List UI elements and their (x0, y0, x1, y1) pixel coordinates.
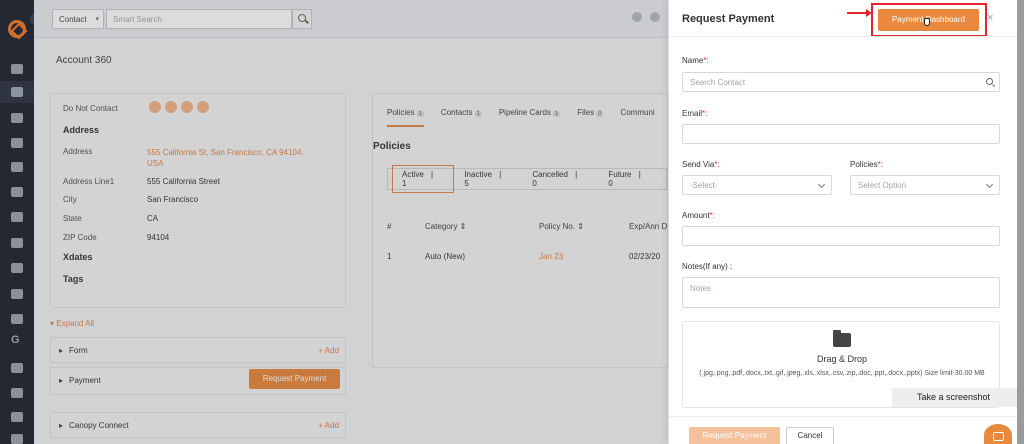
cancel-button[interactable]: Cancel (786, 427, 834, 444)
mouse-cursor-icon (924, 18, 930, 26)
search-icon (986, 78, 993, 85)
annotation-arrow-icon (847, 9, 872, 17)
notes-label: Notes(If any) : (682, 262, 733, 271)
email-input[interactable] (682, 124, 1000, 144)
send-via-label-text: Send Via (682, 160, 715, 169)
name-label-text: Name (682, 56, 704, 65)
amount-input[interactable] (682, 226, 1000, 246)
notes-textarea[interactable]: Notes (682, 277, 1000, 308)
name-search-input[interactable]: Search Contact (682, 72, 1000, 92)
close-icon[interactable]: × (987, 12, 993, 24)
screenshot-tooltip: Take a screenshot (892, 388, 1017, 407)
submit-request-payment-button[interactable]: Request Payment (689, 427, 780, 444)
amount-label: Amount*: (682, 211, 715, 220)
name-required-mark: *: (703, 56, 709, 65)
modal-header-divider (669, 36, 1018, 37)
folder-icon (833, 330, 851, 347)
name-placeholder: Search Contact (690, 78, 746, 87)
policies-label: Policies*: (850, 160, 883, 169)
request-payment-modal: Request Payment Payment Dashboard × Name… (668, 0, 1018, 444)
modal-backdrop[interactable] (0, 0, 668, 444)
amount-label-text: Amount (682, 211, 710, 220)
policies-required-mark: *: (877, 160, 883, 169)
chat-widget-icon[interactable] (984, 424, 1012, 444)
send-via-select[interactable]: -Select- (682, 175, 832, 195)
email-field-label: Email*: (682, 109, 707, 118)
window-edge-strip (1017, 0, 1024, 444)
name-field-label: Name*: (682, 56, 709, 65)
policies-label-text: Policies (850, 160, 878, 169)
policies-select[interactable]: Select Option (850, 175, 1000, 195)
send-via-required-mark: *: (714, 160, 720, 169)
email-required-mark: *: (702, 109, 708, 118)
modal-title: Request Payment (682, 13, 775, 25)
drag-drop-title: Drag & Drop (816, 354, 868, 364)
email-label-text: Email (682, 109, 703, 118)
send-via-label: Send Via*: (682, 160, 720, 169)
drag-drop-description: (.jpg,.png,.pdf,.docx,.txt,.gif,.jpeg,.x… (699, 370, 985, 377)
modal-footer-divider (669, 416, 1018, 417)
amount-required-mark: *: (709, 211, 715, 220)
